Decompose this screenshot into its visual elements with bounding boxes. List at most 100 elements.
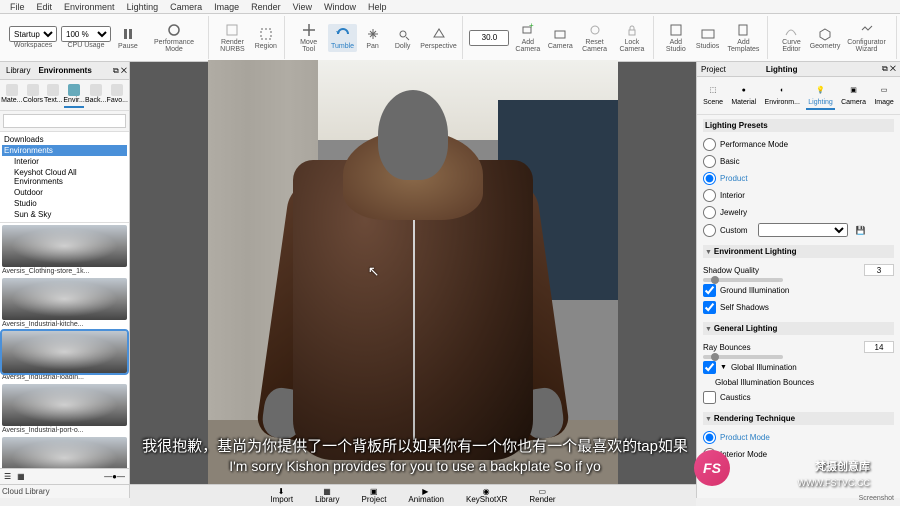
project-header-tab[interactable]: Project [701, 65, 726, 74]
thumb-item[interactable]: Aversis_Industrial-kitche... [2, 278, 127, 329]
tab-image[interactable]: ▭Image [872, 81, 895, 110]
footer-keyshotxr[interactable]: ◉KeyShotXR [460, 486, 513, 505]
tab-scene[interactable]: ⬚Scene [701, 81, 725, 110]
library-search-input[interactable] [3, 114, 126, 128]
library-header-tab[interactable]: Library [2, 64, 34, 77]
pan-button[interactable]: Pan [359, 24, 387, 52]
env-lighting-title[interactable]: Environment Lighting [703, 245, 894, 258]
footer-render[interactable]: ▭Render [523, 486, 561, 505]
lock-camera-button[interactable]: Lock Camera [615, 20, 649, 55]
tab-backplates[interactable]: Back... [86, 82, 106, 108]
tab-lighting[interactable]: 💡Lighting [806, 81, 835, 110]
panel-undock-icon[interactable]: ⧉ ✕ [113, 66, 127, 76]
startup-select[interactable]: Startup [9, 26, 57, 42]
tumble-button[interactable]: Tumble [328, 24, 356, 52]
tree-interior[interactable]: Interior [2, 156, 127, 167]
move-tool-button[interactable]: Move Tool [291, 20, 327, 55]
menu-render[interactable]: Render [245, 2, 287, 12]
thumb-item[interactable]: Aversis_Industrial-loadin... [2, 331, 127, 382]
footer-animation[interactable]: ▶Animation [402, 486, 450, 505]
preset-performance-radio[interactable] [703, 138, 716, 151]
tab-textures[interactable]: Text... [44, 82, 62, 108]
add-camera-button[interactable]: +Add Camera [511, 20, 544, 55]
tree-cloud-all[interactable]: Keyshot Cloud All Environments [2, 167, 127, 187]
menu-lighting[interactable]: Lighting [121, 2, 165, 12]
render-product-radio[interactable] [703, 431, 716, 444]
environments-header-tab[interactable]: Environments [34, 64, 95, 77]
tree-sunsky[interactable]: Sun & Sky [2, 209, 127, 220]
workspaces-dropdown[interactable]: Startup Workspaces [8, 24, 58, 51]
footer-library[interactable]: ▦Library [309, 486, 345, 505]
thumb-item[interactable]: Aversis_Industrial-port-o... [2, 384, 127, 435]
tree-outdoor[interactable]: Outdoor [2, 187, 127, 198]
tab-material[interactable]: ●Material [729, 81, 758, 110]
menu-camera[interactable]: Camera [164, 2, 208, 12]
performance-mode-button[interactable]: Performance Mode [144, 20, 204, 55]
preset-interior-radio[interactable] [703, 189, 716, 202]
thumb-item[interactable]: Aversis_Office-hallway-d... [2, 437, 127, 468]
footer-project[interactable]: ▣Project [356, 486, 393, 505]
zoom-slider-icon[interactable]: —●— [104, 472, 125, 481]
cpu-select[interactable]: 100 % [61, 26, 111, 42]
lightbulb-icon: 💡 [814, 83, 828, 97]
tree-environments[interactable]: Environments [2, 145, 127, 156]
menu-image[interactable]: Image [208, 2, 245, 12]
self-shadows-check[interactable] [703, 301, 716, 314]
camera-button[interactable]: Camera [546, 24, 574, 52]
tab-environments[interactable]: Envir... [64, 82, 84, 108]
preset-jewelry-radio[interactable] [703, 206, 716, 219]
menu-edit[interactable]: Edit [31, 2, 59, 12]
rendering-technique-title[interactable]: Rendering Technique [703, 412, 894, 425]
tree-downloads[interactable]: Downloads [2, 134, 127, 145]
tab-materials[interactable]: Mate... [2, 82, 22, 108]
dolly-button[interactable]: Dolly [389, 24, 417, 52]
shadow-quality-slider[interactable] [703, 278, 783, 282]
panel-controls-icon[interactable]: ⧉ ✕ [882, 64, 896, 74]
cpu-usage-dropdown[interactable]: 100 % CPU Usage [60, 24, 112, 51]
cloud-library-link[interactable]: Cloud Library [0, 484, 129, 498]
footer-import[interactable]: ⬇Import [264, 486, 299, 505]
custom-preset-select[interactable] [758, 223, 848, 237]
render-viewport[interactable]: ↖ [130, 62, 696, 498]
shadow-quality-input[interactable] [864, 264, 894, 276]
ray-bounces-input[interactable] [864, 341, 894, 353]
geometry-button[interactable]: Geometry [811, 24, 840, 52]
caustics-check[interactable] [703, 391, 716, 404]
menu-environment[interactable]: Environment [58, 2, 121, 12]
project-panel: Project Lighting ⧉ ✕ ⬚Scene ●Material ◐E… [696, 62, 900, 498]
add-studio-button[interactable]: Add Studio [660, 20, 692, 55]
curve-editor-button[interactable]: Curve Editor [774, 20, 808, 55]
menu-window[interactable]: Window [318, 2, 362, 12]
preset-product-radio[interactable] [703, 172, 716, 185]
tab-favorites[interactable]: Favo... [107, 82, 127, 108]
list-view-icon[interactable]: ☰ [4, 472, 11, 481]
library-category-tabs: Mate... Colors Text... Envir... Back... … [0, 80, 129, 111]
menu-help[interactable]: Help [362, 2, 393, 12]
menu-file[interactable]: File [4, 2, 31, 12]
lighting-header-tab[interactable]: Lighting [766, 65, 798, 74]
render-nurbs-button[interactable]: Render NURBS [215, 20, 250, 55]
preset-basic-radio[interactable] [703, 155, 716, 168]
tab-camera[interactable]: ▣Camera [839, 81, 868, 110]
general-lighting-title[interactable]: General Lighting [703, 322, 894, 335]
environment-tree[interactable]: Downloads Environments Interior Keyshot … [0, 132, 129, 223]
configurator-button[interactable]: Configurator Wizard [841, 20, 891, 55]
reset-camera-button[interactable]: Reset Camera [576, 20, 613, 55]
ground-illumination-check[interactable] [703, 284, 716, 297]
grid-view-icon[interactable]: ▦ [17, 472, 25, 481]
perspective-button[interactable]: Perspective [419, 24, 459, 52]
pause-button[interactable]: Pause [114, 24, 142, 52]
tab-colors[interactable]: Colors [24, 82, 43, 108]
tree-studio[interactable]: Studio [2, 198, 127, 209]
region-button[interactable]: Region [252, 24, 280, 52]
tab-environment[interactable]: ◐Environm... [763, 81, 802, 110]
preset-custom-radio[interactable] [703, 224, 716, 237]
ray-bounces-slider[interactable] [703, 355, 783, 359]
studios-button[interactable]: Studios [694, 24, 722, 52]
fps-input[interactable] [469, 30, 509, 46]
thumb-item[interactable]: Aversis_Clothing-store_1k... [2, 225, 127, 276]
save-preset-icon[interactable]: 💾 [856, 226, 866, 235]
menu-view[interactable]: View [287, 2, 318, 12]
global-illumination-check[interactable] [703, 361, 716, 374]
add-templates-button[interactable]: Add Templates [724, 20, 764, 55]
